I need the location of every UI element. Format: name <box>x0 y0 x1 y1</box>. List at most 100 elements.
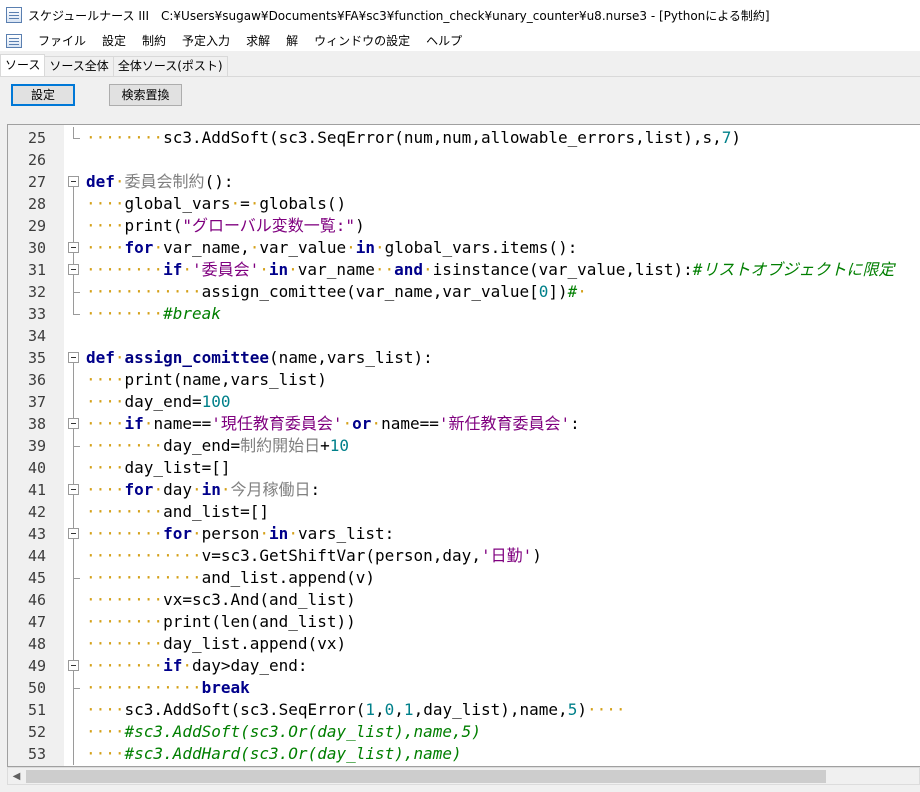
tab-source-post[interactable]: 全体ソース(ポスト) <box>112 56 228 76</box>
code-line[interactable]: 30 ····for·var_name,·var_value·in·global_… <box>8 237 920 259</box>
menu-settings[interactable]: 設定 <box>94 30 134 52</box>
code-line[interactable]: 51 ····sc3.AddSoft(sc3.SeqError(1,0,1,day… <box>8 699 920 721</box>
menu-solution[interactable]: 解 <box>278 30 306 52</box>
code-line[interactable]: 47 ········print(len(and_list)) <box>8 611 920 633</box>
fold-collapse-icon[interactable] <box>66 523 82 545</box>
code-line[interactable]: 25 ········sc3.AddSoft(sc3.SeqError(num,n… <box>8 127 920 149</box>
code-line[interactable]: 41 ····for·day·in·今月稼働日: <box>8 479 920 501</box>
code-line[interactable]: 53 ····#sc3.AddHard(sc3.Or(day_list),name… <box>8 743 920 765</box>
code-line[interactable]: 48 ········day_list.append(vx) <box>8 633 920 655</box>
tab-source[interactable]: ソース <box>0 54 46 76</box>
fold-collapse-icon[interactable] <box>66 479 82 501</box>
search-replace-button[interactable]: 検索置換 <box>109 84 182 106</box>
fold-collapse-icon[interactable] <box>66 347 82 369</box>
fold-guide <box>66 215 82 237</box>
code-line[interactable]: 35 def·assign_comittee(name,vars_list): <box>8 347 920 369</box>
code-line[interactable]: 36 ····print(name,vars_list) <box>8 369 920 391</box>
code-line[interactable]: 37 ····day_end=100 <box>8 391 920 413</box>
code-line[interactable]: 39 ········day_end=制約開始日+10 <box>8 435 920 457</box>
tab-strip: ソース ソース全体 全体ソース(ポスト) <box>0 54 920 77</box>
fold-collapse-icon[interactable] <box>66 413 82 435</box>
line-number: 49 <box>27 657 46 675</box>
fold-guide <box>66 501 82 523</box>
fold-guide <box>66 545 82 567</box>
fold-collapse-icon[interactable] <box>66 655 82 677</box>
code-line[interactable]: 45 ············and_list.append(v) <box>8 567 920 589</box>
code-text: ········print(len(and_list)) <box>86 612 356 631</box>
code-text: ············assign_comittee(var_name,var… <box>86 282 587 301</box>
code-text: ········if·day>day_end: <box>86 656 308 675</box>
menu-schedule-input[interactable]: 予定入力 <box>174 30 238 52</box>
line-number: 25 <box>27 129 46 147</box>
code-line[interactable]: 34 <box>8 325 920 347</box>
fold-end-guide <box>66 435 82 457</box>
fold-collapse-icon[interactable] <box>66 237 82 259</box>
code-text: ········sc3.AddSoft(sc3.SeqError(num,num… <box>86 128 742 147</box>
code-line[interactable]: 44 ············v=sc3.GetShiftVar(person,d… <box>8 545 920 567</box>
menu-help[interactable]: ヘルプ <box>418 30 470 52</box>
fold-end-guide <box>66 567 82 589</box>
fold-guide <box>66 369 82 391</box>
code-text: def·委員会制約(): <box>86 172 234 191</box>
code-line[interactable]: 28 ····global_vars·=·globals() <box>8 193 920 215</box>
line-number: 46 <box>27 591 46 609</box>
code-line[interactable]: 32 ············assign_comittee(var_name,v… <box>8 281 920 303</box>
system-menu-icon[interactable] <box>6 33 22 48</box>
code-line[interactable]: 49 ········if·day>day_end: <box>8 655 920 677</box>
line-number: 45 <box>27 569 46 587</box>
code-text: ····#sc3.AddSoft(sc3.Or(day_list),name,5… <box>86 722 481 741</box>
line-number: 35 <box>27 349 46 367</box>
fold-guide <box>66 193 82 215</box>
menu-file[interactable]: ファイル <box>30 30 94 52</box>
menu-window-settings[interactable]: ウィンドウの設定 <box>306 30 418 52</box>
fold-end-guide <box>66 303 82 325</box>
menu-solve[interactable]: 求解 <box>238 30 278 52</box>
code-line[interactable]: 50 ············break <box>8 677 920 699</box>
line-number: 31 <box>27 261 46 279</box>
line-number: 50 <box>27 679 46 697</box>
fold-collapse-icon[interactable] <box>66 171 82 193</box>
line-number: 44 <box>27 547 46 565</box>
code-line[interactable]: 42 ········and_list=[] <box>8 501 920 523</box>
code-line[interactable]: 29 ····print("グローバル変数一覧:") <box>8 215 920 237</box>
code-text: ············and_list.append(v) <box>86 568 375 587</box>
code-line[interactable]: 40 ····day_list=[] <box>8 457 920 479</box>
line-number: 36 <box>27 371 46 389</box>
fold-guide <box>66 721 82 743</box>
fold-end-guide <box>66 677 82 699</box>
scroll-left-icon[interactable]: ◀ <box>8 768 25 785</box>
code-line[interactable]: 46 ········vx=sc3.And(and_list) <box>8 589 920 611</box>
line-number: 41 <box>27 481 46 499</box>
fold-end-guide <box>66 127 82 149</box>
code-text: ····print(name,vars_list) <box>86 370 327 389</box>
code-text: ····print("グローバル変数一覧:") <box>86 216 365 235</box>
code-line[interactable]: 38 ····if·name=='現任教育委員会'·or·name=='新任教育委… <box>8 413 920 435</box>
code-text: ········day_end=制約開始日+10 <box>86 436 350 455</box>
fold-end-guide <box>66 281 82 303</box>
code-line[interactable]: 33 ········#break <box>8 303 920 325</box>
code-text: ····for·var_name,·var_value·in·global_va… <box>86 238 578 257</box>
scrollbar-thumb[interactable] <box>26 770 826 783</box>
horizontal-scrollbar[interactable]: ◀ <box>7 767 920 785</box>
code-line[interactable]: 27 def·委員会制約(): <box>8 171 920 193</box>
fold-guide <box>66 589 82 611</box>
fold-collapse-icon[interactable] <box>66 259 82 281</box>
line-number: 33 <box>27 305 46 323</box>
code-line[interactable]: 31 ········if·'委員会'·in·var_name··and·isin… <box>8 259 920 281</box>
code-text: ····day_list=[] <box>86 458 231 477</box>
fold-guide <box>66 457 82 479</box>
window-titlebar: スケジュールナース III C:¥Users¥sugaw¥Documents¥F… <box>0 0 920 30</box>
tab-source-all[interactable]: ソース全体 <box>44 56 114 76</box>
code-line[interactable]: 43 ········for·person·in·vars_list: <box>8 523 920 545</box>
line-number: 51 <box>27 701 46 719</box>
line-number: 40 <box>27 459 46 477</box>
code-editor[interactable]: 25 ········sc3.AddSoft(sc3.SeqError(num,n… <box>7 124 920 767</box>
line-number: 27 <box>27 173 46 191</box>
settings-button[interactable]: 設定 <box>11 84 75 106</box>
code-text: ····#sc3.AddHard(sc3.Or(day_list),name) <box>86 744 462 763</box>
line-number: 29 <box>27 217 46 235</box>
fold-guide <box>66 391 82 413</box>
code-line[interactable]: 52 ····#sc3.AddSoft(sc3.Or(day_list),name… <box>8 721 920 743</box>
menu-constraints[interactable]: 制約 <box>134 30 174 52</box>
code-line[interactable]: 26 <box>8 149 920 171</box>
